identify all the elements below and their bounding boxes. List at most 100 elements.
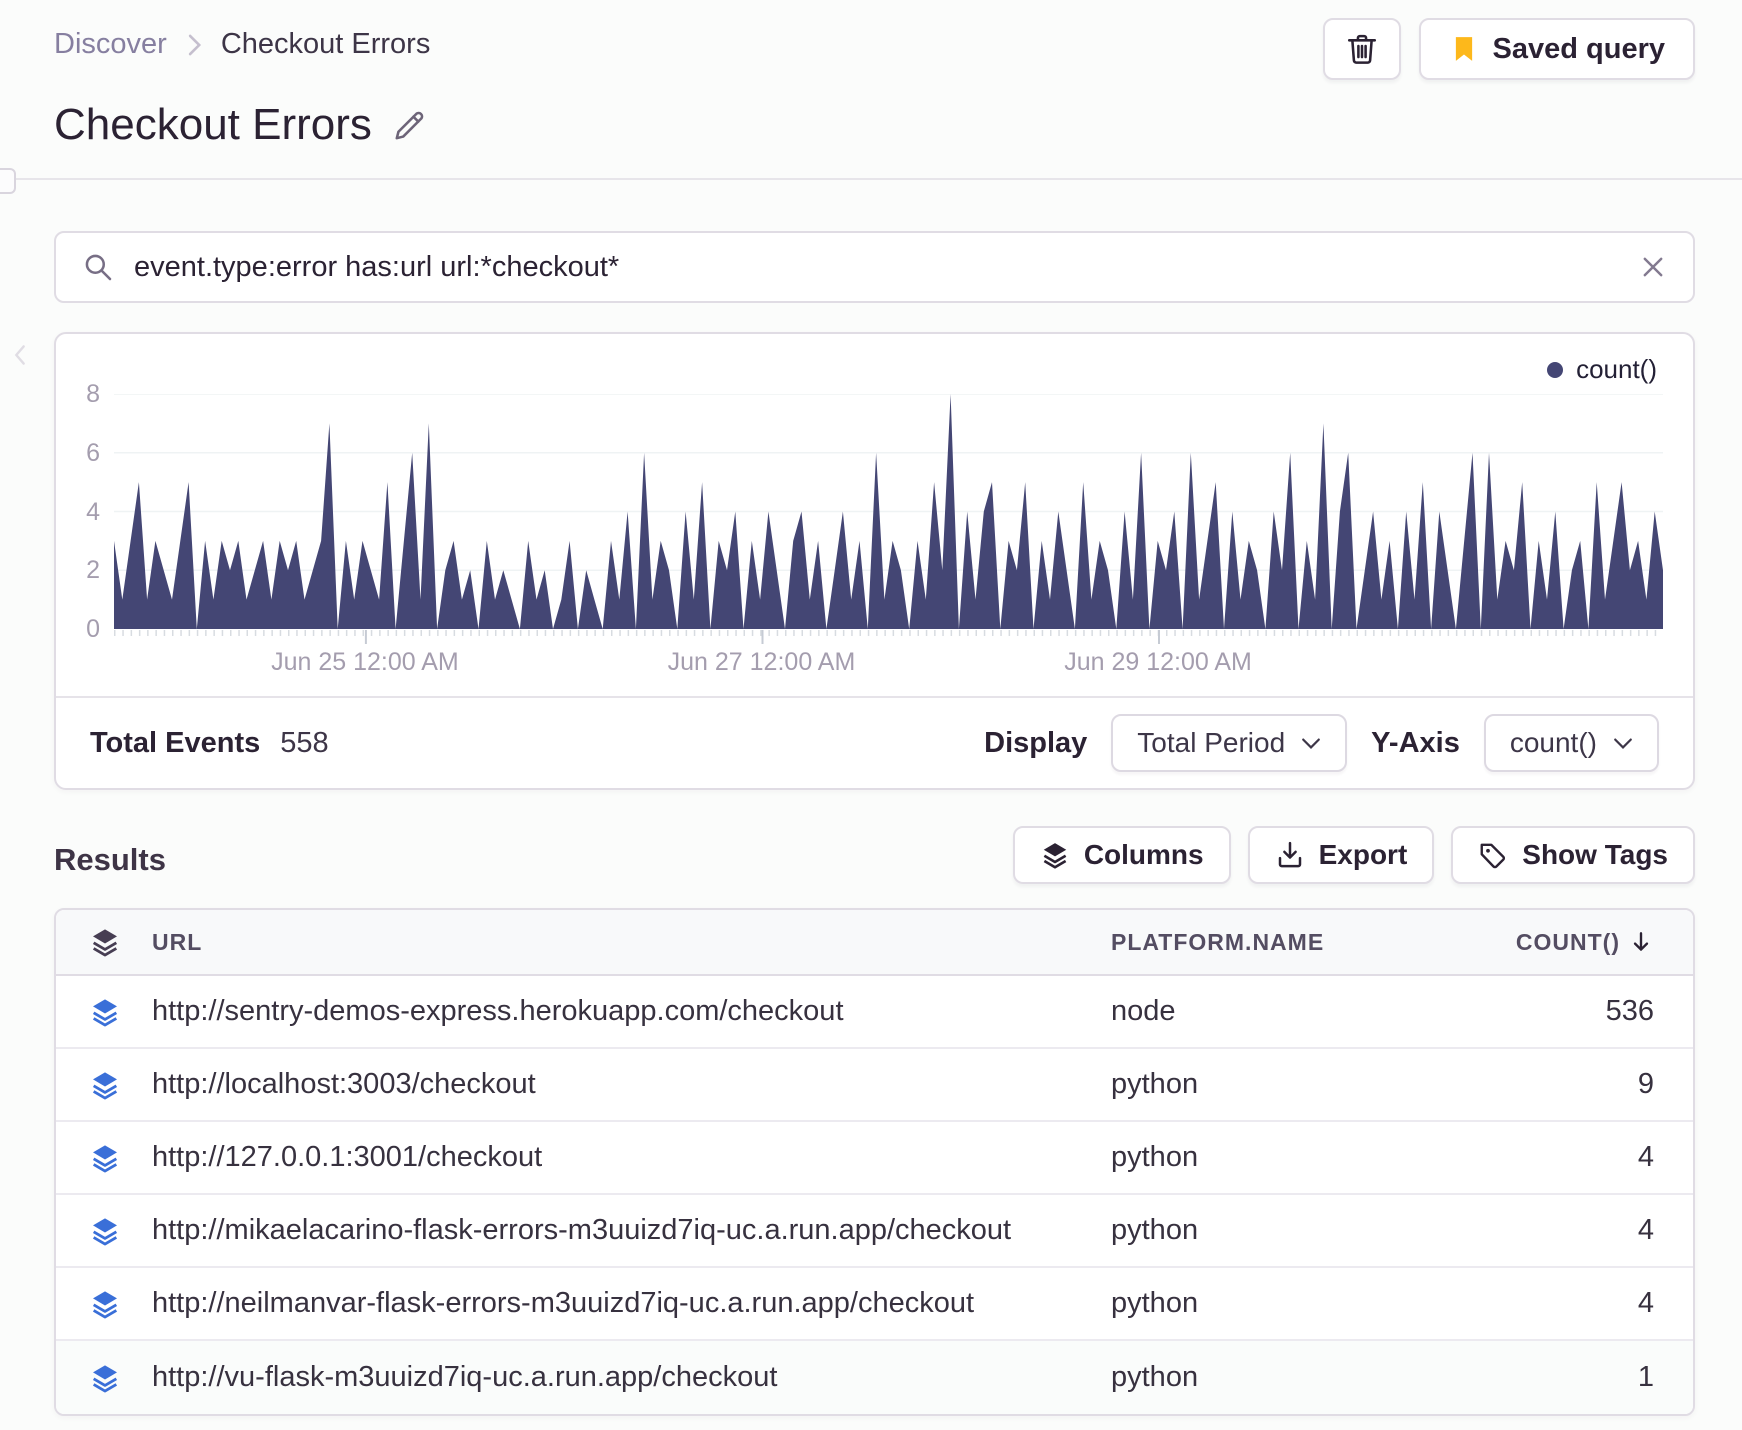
events-chart-panel: count() 0 2 4 6 8 Jun 25 12:00 AM Jun 27 12:0… <box>54 332 1695 790</box>
table-row[interactable]: http://localhost:3003/checkout python 9 <box>56 1049 1693 1122</box>
y-axis-tick-label: 8 <box>86 380 100 408</box>
sidebar-handle[interactable] <box>0 168 16 194</box>
stack-icon[interactable] <box>89 1215 121 1247</box>
clear-search-icon[interactable] <box>1639 253 1667 281</box>
y-axis-tick-label: 2 <box>86 556 100 585</box>
legend-label: count() <box>1576 354 1657 384</box>
chart-footer: Total Events 558 Display Total Period Y-… <box>56 696 1693 788</box>
table-row[interactable]: http://neilmanvar-flask-errors-m3uuizd7i… <box>56 1268 1693 1341</box>
count-cell: 4 <box>1637 1214 1654 1246</box>
stack-icon[interactable] <box>89 1142 121 1174</box>
platform-cell: python <box>1111 1068 1199 1100</box>
show-tags-button-label: Show Tags <box>1522 839 1668 870</box>
header-actions: Saved query <box>1322 18 1695 80</box>
tag-icon <box>1478 840 1508 870</box>
stack-icon <box>1040 840 1070 870</box>
x-axis-tick-label: Jun 25 12:00 AM <box>271 648 459 676</box>
count-cell: 9 <box>1637 1068 1654 1100</box>
legend-dot-icon <box>1547 361 1564 378</box>
table-header-row: URL PLATFORM.NAME COUNT() <box>56 910 1693 976</box>
area-chart[interactable] <box>114 394 1663 629</box>
column-header-url[interactable]: URL <box>152 929 1111 956</box>
url-cell[interactable]: http://neilmanvar-flask-errors-m3uuizd7i… <box>152 1287 1111 1320</box>
search-input[interactable] <box>134 250 1619 284</box>
row-icon-cell <box>56 996 152 1028</box>
total-events-label: Total Events <box>90 726 261 759</box>
edit-pencil-icon[interactable] <box>392 107 428 143</box>
breadcrumb-discover-link[interactable]: Discover <box>54 28 167 61</box>
y-axis-tick-label: 0 <box>86 615 100 643</box>
page-title: Checkout Errors <box>54 100 372 149</box>
search-bar <box>54 231 1695 303</box>
table-row[interactable]: http://127.0.0.1:3001/checkout python 4 <box>56 1122 1693 1195</box>
breadcrumb: Discover Checkout Errors <box>54 28 430 61</box>
chevron-down-icon <box>1302 738 1321 749</box>
sort-descending-icon <box>1628 929 1654 955</box>
url-cell[interactable]: http://sentry-demos-express.herokuapp.co… <box>152 995 1111 1028</box>
x-axis-tick-label: Jun 29 12:00 AM <box>1064 648 1252 676</box>
row-icon-cell <box>56 1362 152 1394</box>
chevron-down-icon <box>1614 738 1632 749</box>
count-cell: 4 <box>1637 1287 1654 1319</box>
row-icon-cell <box>56 1142 152 1174</box>
y-axis-tick-label: 6 <box>86 438 100 467</box>
stack-icon[interactable] <box>89 1288 121 1320</box>
chart-legend[interactable]: count() <box>1547 354 1657 385</box>
y-axis-label: Y-Axis <box>1371 726 1460 759</box>
platform-cell: python <box>1111 1141 1199 1173</box>
results-table: URL PLATFORM.NAME COUNT() http://sentry-… <box>54 908 1695 1416</box>
saved-query-label: Saved query <box>1492 32 1665 65</box>
platform-cell: python <box>1111 1361 1199 1393</box>
stack-icon[interactable] <box>89 996 121 1028</box>
column-header-count[interactable]: COUNT() <box>1395 929 1689 956</box>
show-tags-button[interactable]: Show Tags <box>1451 826 1695 884</box>
display-label: Display <box>984 726 1088 759</box>
chart-x-ticks <box>114 630 1657 644</box>
row-icon-cell <box>56 1288 152 1320</box>
stack-icon[interactable] <box>89 1362 121 1394</box>
search-icon <box>82 251 114 283</box>
y-axis-tick-label: 4 <box>86 497 100 526</box>
chart-controls: Display Total Period Y-Axis count() <box>984 714 1659 772</box>
header-divider <box>0 178 1742 180</box>
platform-cell: node <box>1111 995 1176 1027</box>
export-button[interactable]: Export <box>1247 826 1435 884</box>
table-row[interactable]: http://vu-flask-m3uuizd7iq-uc.a.run.app/… <box>56 1341 1693 1414</box>
y-axis-dropdown-value: count() <box>1509 727 1597 758</box>
columns-button-label: Columns <box>1083 839 1204 870</box>
display-dropdown-value: Total Period <box>1137 727 1286 758</box>
url-cell[interactable]: http://localhost:3003/checkout <box>152 1068 1111 1101</box>
results-heading: Results <box>54 842 166 877</box>
table-row[interactable]: http://sentry-demos-express.herokuapp.co… <box>56 976 1693 1049</box>
count-cell: 1 <box>1637 1361 1654 1393</box>
platform-cell: python <box>1111 1214 1199 1246</box>
collapse-chevron-icon[interactable] <box>12 344 28 366</box>
x-axis-tick-label: Jun 27 12:00 AM <box>667 648 856 676</box>
display-dropdown[interactable]: Total Period <box>1111 714 1348 772</box>
saved-query-button[interactable]: Saved query <box>1418 18 1695 80</box>
breadcrumb-current-page: Checkout Errors <box>220 28 431 60</box>
bookmark-icon <box>1449 34 1479 64</box>
total-events: Total Events 558 <box>90 727 329 760</box>
delete-query-button[interactable] <box>1322 18 1401 80</box>
table-body: http://sentry-demos-express.herokuapp.co… <box>56 976 1693 1414</box>
y-axis-dropdown[interactable]: count() <box>1483 714 1659 772</box>
url-cell[interactable]: http://mikaelacarino-flask-errors-m3uuiz… <box>152 1214 1111 1247</box>
count-header-label: COUNT() <box>1515 928 1620 955</box>
results-actions: Columns Export Show Tags <box>1012 826 1695 884</box>
chart-y-axis: 0 2 4 6 8 <box>56 380 100 643</box>
page-title-row: Checkout Errors <box>54 100 428 150</box>
column-header-platform[interactable]: PLATFORM.NAME <box>1111 929 1395 956</box>
url-cell[interactable]: http://127.0.0.1:3001/checkout <box>152 1141 1111 1174</box>
chart-x-axis: Jun 25 12:00 AM Jun 27 12:00 AM Jun 29 12:… <box>114 648 1663 680</box>
row-icon-cell <box>56 1215 152 1247</box>
stack-icon[interactable] <box>89 926 121 958</box>
count-cell: 536 <box>1605 995 1654 1027</box>
export-button-label: Export <box>1318 839 1408 870</box>
url-cell[interactable]: http://vu-flask-m3uuizd7iq-uc.a.run.app/… <box>152 1361 1111 1394</box>
count-cell: 4 <box>1637 1141 1654 1173</box>
stack-icon[interactable] <box>89 1069 121 1101</box>
download-icon <box>1275 840 1305 870</box>
table-row[interactable]: http://mikaelacarino-flask-errors-m3uuiz… <box>56 1195 1693 1268</box>
columns-button[interactable]: Columns <box>1012 826 1231 884</box>
